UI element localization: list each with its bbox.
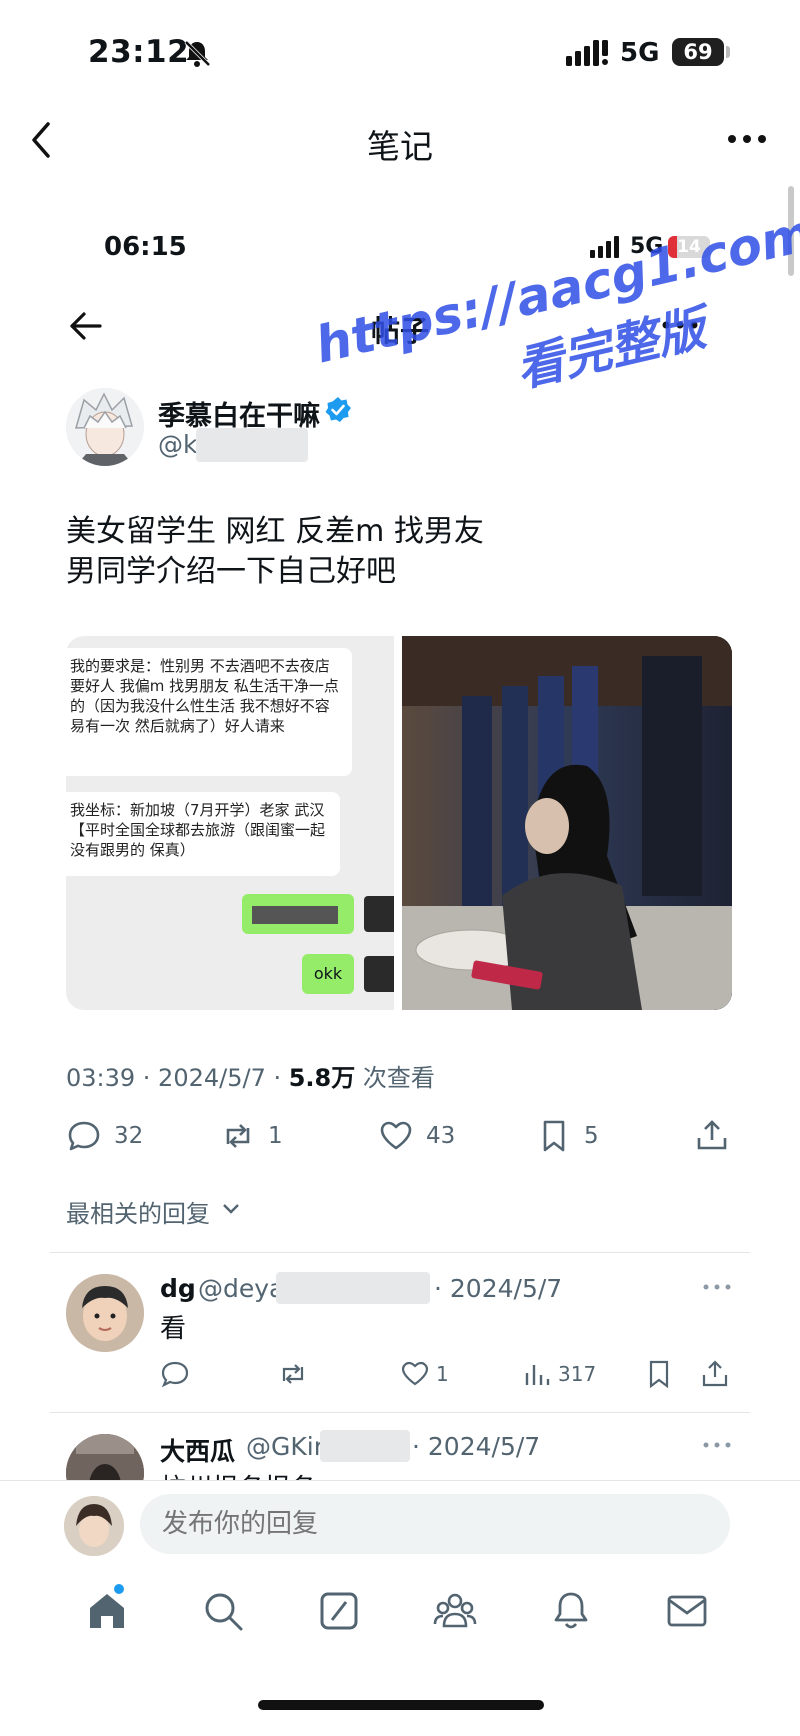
reply-author-handle: @deya bbox=[198, 1274, 285, 1303]
chat-bubble-okk: okk bbox=[302, 954, 354, 994]
repost-icon bbox=[226, 1124, 250, 1148]
handle-redaction-blur bbox=[196, 428, 308, 462]
reply-date: · 2024/5/7 bbox=[434, 1274, 563, 1303]
reply-bookmark-button[interactable] bbox=[644, 1356, 674, 1392]
share-icon bbox=[697, 1120, 727, 1150]
view-count: 5.8万 bbox=[288, 1064, 356, 1092]
back-arrow-icon[interactable] bbox=[66, 306, 106, 346]
outer-page-title: 笔记 bbox=[367, 127, 433, 166]
post-line-2: 男同学介绍一下自己好吧 bbox=[66, 554, 396, 589]
post-action-bar: 32 1 43 5 bbox=[66, 1116, 732, 1156]
search-icon[interactable] bbox=[200, 1588, 246, 1634]
reply-text: 杭州报名报名 bbox=[160, 1468, 316, 1480]
grok-compose-icon[interactable] bbox=[316, 1588, 362, 1634]
chat-bubble-requirements: 我的要求是：性别男 不去酒吧不去夜店 要好人 我偏m 找男朋友 私生活干净一点的… bbox=[66, 648, 352, 776]
reply-views-button[interactable]: 317 bbox=[522, 1356, 596, 1392]
reply-text: 看 bbox=[160, 1314, 187, 1344]
reply-avatar[interactable] bbox=[66, 1434, 144, 1480]
reply-author-handle: @GKir bbox=[246, 1432, 324, 1461]
divider bbox=[50, 1412, 750, 1413]
signal-strength-icon bbox=[566, 40, 608, 66]
chat-redaction-block bbox=[252, 906, 338, 924]
reply-avatar[interactable] bbox=[66, 1274, 144, 1352]
handle-redaction-blur bbox=[276, 1272, 430, 1304]
divider bbox=[50, 1252, 750, 1253]
notification-dot bbox=[114, 1584, 124, 1594]
post-image-chat-screenshot[interactable]: 我的要求是：性别男 不去酒吧不去夜店 要好人 我偏m 找男朋友 私生活干净一点的… bbox=[66, 636, 394, 1010]
bookmark-icon bbox=[543, 1120, 565, 1152]
repost-button[interactable]: 1 bbox=[220, 1116, 283, 1156]
like-button[interactable]: 43 bbox=[378, 1116, 455, 1156]
more-options-icon[interactable] bbox=[722, 124, 772, 154]
mute-bell-icon bbox=[184, 40, 211, 67]
outer-network-label: 5G bbox=[620, 38, 660, 68]
bookmark-icon bbox=[649, 1360, 669, 1389]
back-chevron-icon[interactable] bbox=[22, 118, 62, 162]
watermark-overlay: https://aacg1.com 看完整版 bbox=[310, 204, 800, 464]
reply-composer-input[interactable] bbox=[140, 1494, 730, 1554]
reply-more-icon[interactable] bbox=[702, 1282, 732, 1292]
reply-repost-button[interactable] bbox=[278, 1356, 308, 1392]
notifications-bell-icon[interactable] bbox=[548, 1588, 594, 1634]
reply-like-count: 1 bbox=[436, 1362, 449, 1386]
repost-icon bbox=[282, 1364, 304, 1384]
my-avatar[interactable] bbox=[64, 1496, 124, 1556]
repost-count: 1 bbox=[268, 1123, 283, 1149]
reply-view-count: 317 bbox=[558, 1362, 597, 1386]
heart-icon bbox=[401, 1361, 429, 1386]
author-avatar[interactable] bbox=[66, 388, 144, 466]
heart-icon bbox=[380, 1121, 412, 1150]
outer-status-time: 23:12 bbox=[88, 34, 190, 70]
reply-icon bbox=[68, 1121, 100, 1151]
bookmark-count: 5 bbox=[584, 1123, 599, 1149]
reply-button[interactable]: 32 bbox=[66, 1116, 143, 1156]
outer-battery-level: 69 bbox=[672, 38, 724, 66]
inner-status-time: 06:15 bbox=[104, 232, 187, 262]
post-body: 美女留学生 网红 反差m 找男友 男同学介绍一下自己好吧 bbox=[66, 512, 726, 592]
chat-bubble-location: 我坐标：新加坡（7月开学）老家 武汉【平时全国全球都去旅游（跟闺蜜一起 没有跟男… bbox=[66, 792, 340, 876]
reply-count: 32 bbox=[114, 1123, 144, 1149]
reply-date: · 2024/5/7 bbox=[412, 1432, 541, 1461]
share-icon bbox=[702, 1360, 728, 1387]
reply-icon bbox=[161, 1361, 189, 1388]
reply-sort-selector[interactable]: 最相关的回复 bbox=[66, 1194, 210, 1229]
reply-item-clipped: 大西瓜 @GKir · 2024/5/7 杭州报名报名 bbox=[0, 1420, 800, 1480]
post-meta: 03:39 · 2024/5/7 · 5.8万 次查看 bbox=[66, 1058, 435, 1093]
chat-avatar bbox=[364, 896, 394, 932]
reply-share-button[interactable] bbox=[700, 1356, 730, 1392]
reply-action-bar: 1 317 bbox=[160, 1356, 734, 1392]
reply-author-name[interactable]: 大西瓜 bbox=[160, 1432, 235, 1468]
post-line-1: 美女留学生 网红 反差m 找男友 bbox=[66, 514, 484, 549]
reply-like-button[interactable]: 1 bbox=[400, 1356, 449, 1392]
handle-redaction-blur bbox=[320, 1430, 410, 1462]
chevron-down-icon[interactable] bbox=[220, 1198, 242, 1220]
communities-icon[interactable] bbox=[432, 1588, 478, 1634]
home-icon[interactable] bbox=[84, 1588, 130, 1634]
reply-more-icon[interactable] bbox=[702, 1440, 732, 1450]
share-button[interactable] bbox=[694, 1116, 730, 1156]
post-image-photo[interactable] bbox=[402, 636, 732, 1010]
post-timestamp: 03:39 · 2024/5/7 · bbox=[66, 1064, 289, 1092]
bookmark-button[interactable]: 5 bbox=[536, 1116, 599, 1156]
messages-envelope-icon[interactable] bbox=[664, 1588, 710, 1634]
home-indicator[interactable] bbox=[258, 1700, 544, 1710]
chat-avatar bbox=[364, 956, 394, 992]
view-count-label: 次查看 bbox=[355, 1064, 435, 1092]
battery-tip bbox=[726, 46, 730, 58]
reply-author-name[interactable]: dg bbox=[160, 1274, 196, 1303]
like-count: 43 bbox=[426, 1123, 456, 1149]
composer-divider bbox=[0, 1480, 800, 1481]
bar-chart-icon bbox=[525, 1365, 550, 1385]
reply-reply-button[interactable] bbox=[160, 1356, 190, 1392]
